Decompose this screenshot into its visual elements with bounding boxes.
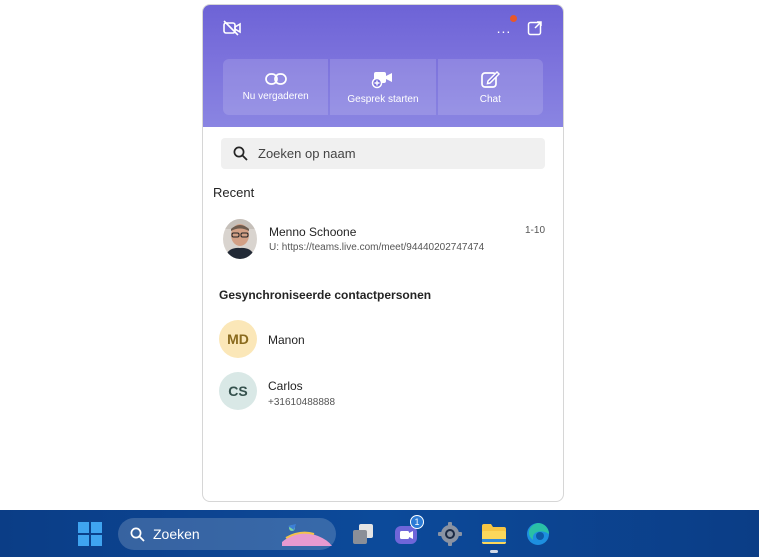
avatar: CS (219, 372, 257, 410)
synced-contacts-heading: Gesynchroniseerde contactpersonen (219, 288, 432, 302)
chat-label: Chat (479, 94, 501, 105)
search-input[interactable]: Zoeken op naam (221, 138, 545, 169)
start-call-button[interactable]: Gesprek starten (330, 59, 436, 115)
search-icon (233, 146, 248, 161)
file-explorer-icon[interactable] (480, 520, 508, 548)
start-button[interactable] (78, 522, 102, 546)
taskbar: Zoeken 1 (0, 510, 759, 557)
quick-actions: Nu vergaderen Gesprek starten Chat (223, 59, 543, 115)
conversation-date: 1-10 (524, 225, 545, 236)
recent-conversation[interactable]: Menno Schoone U: https://teams.live.com/… (221, 217, 545, 261)
contact-name: Menno Schoone (269, 225, 357, 239)
avatar (223, 219, 257, 259)
search-highlight-icon (282, 524, 332, 546)
link-icon (264, 73, 287, 85)
teams-chat-icon[interactable]: 1 (392, 515, 424, 548)
chat-button[interactable]: Chat (437, 59, 543, 115)
video-off-icon[interactable] (221, 17, 243, 39)
avatar: MD (219, 320, 257, 358)
contact-item-manon[interactable]: MD Manon (219, 320, 547, 360)
popout-icon[interactable] (524, 17, 546, 39)
windows-icon (78, 522, 102, 546)
search-placeholder: Zoeken op naam (258, 146, 356, 161)
edge-browser-icon[interactable] (524, 520, 552, 548)
start-call-label: Gesprek starten (347, 94, 419, 105)
contact-item-carlos[interactable]: CS Carlos +31610488888 (219, 372, 547, 412)
taskbar-search-label: Zoeken (153, 526, 200, 542)
contact-name: Carlos (268, 379, 303, 393)
notification-dot (510, 15, 517, 22)
running-app-indicator (490, 550, 498, 553)
compose-icon (481, 70, 501, 88)
last-message: U: https://teams.live.com/meet/944402027… (269, 242, 485, 253)
video-add-icon (371, 72, 392, 89)
settings-icon[interactable] (436, 520, 464, 548)
taskbar-search[interactable]: Zoeken (118, 518, 336, 550)
flyout-header: ... Nu vergaderen Gesprek starten Chat (203, 5, 563, 127)
meet-now-button[interactable]: Nu vergaderen (223, 59, 329, 115)
task-view-icon[interactable] (349, 520, 377, 548)
contact-phone: +31610488888 (268, 397, 336, 408)
more-options-label: ... (496, 20, 512, 36)
search-icon (130, 527, 145, 542)
teams-chat-flyout: ... Nu vergaderen Gesprek starten Chat Z… (202, 4, 564, 502)
notification-badge: 1 (410, 515, 424, 529)
meet-now-label: Nu vergaderen (242, 91, 309, 102)
contact-name: Manon (268, 333, 305, 347)
recent-heading: Recent (213, 185, 255, 200)
